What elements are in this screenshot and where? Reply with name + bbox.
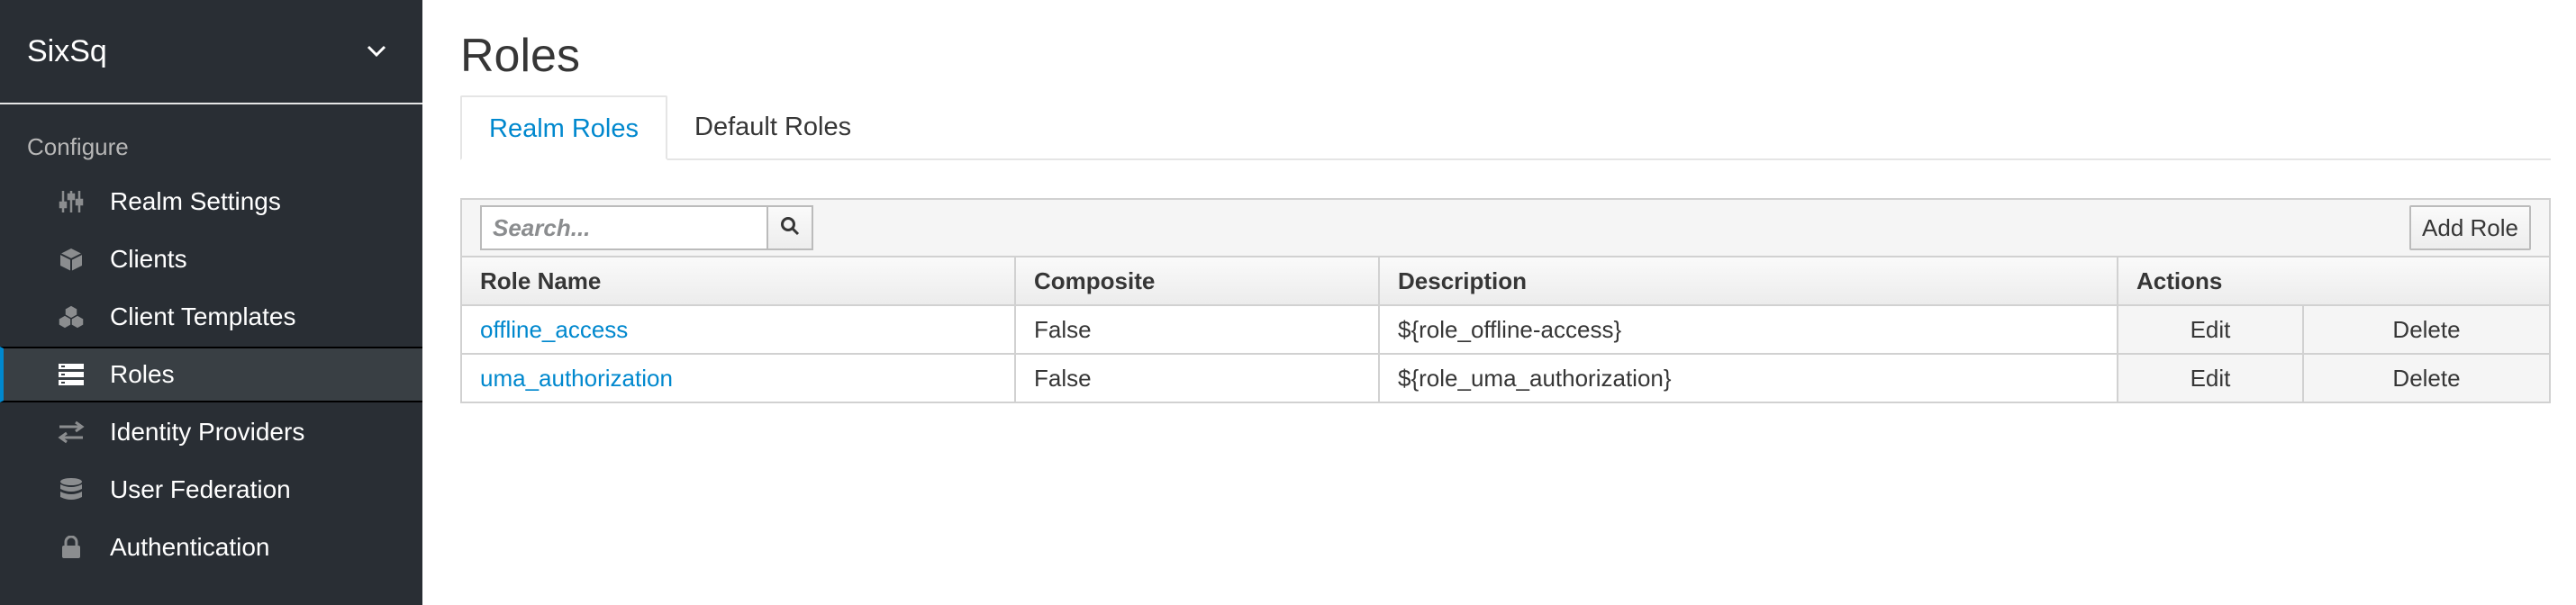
cube-icon <box>58 246 85 273</box>
edit-button[interactable]: Edit <box>2118 305 2304 355</box>
sidebar-item-roles[interactable]: Roles <box>0 347 422 402</box>
delete-button[interactable]: Delete <box>2303 305 2549 355</box>
role-link[interactable]: offline_access <box>480 316 628 343</box>
column-header-composite: Composite <box>1015 257 1380 306</box>
sidebar-item-realm-settings[interactable]: Realm Settings <box>0 174 422 230</box>
exchange-icon <box>58 419 85 446</box>
column-header-description: Description <box>1379 257 2118 306</box>
edit-button[interactable]: Edit <box>2118 354 2304 402</box>
realm-name: SixSq <box>27 33 107 68</box>
roles-icon <box>58 361 85 388</box>
delete-button[interactable]: Delete <box>2303 354 2549 402</box>
search-input[interactable] <box>480 205 768 250</box>
sidebar-item-user-federation[interactable]: User Federation <box>0 462 422 518</box>
description-cell: ${role_uma_authorization} <box>1379 354 2118 402</box>
sidebar-item-authentication[interactable]: Authentication <box>0 519 422 575</box>
tab-realm-roles[interactable]: Realm Roles <box>460 95 667 160</box>
cubes-icon <box>58 303 85 330</box>
realm-selector[interactable]: SixSq <box>0 0 422 104</box>
sidebar-item-client-templates[interactable]: Client Templates <box>0 289 422 345</box>
description-cell: ${role_offline-access} <box>1379 305 2118 355</box>
sidebar-item-label: Authentication <box>110 533 270 561</box>
add-role-button[interactable]: Add Role <box>2409 205 2531 250</box>
main-content: Roles Realm Roles Default Roles Add Role <box>460 0 2551 403</box>
lock-icon <box>58 534 85 561</box>
search-group <box>480 205 813 250</box>
sidebar-item-label: User Federation <box>110 475 291 503</box>
column-header-role-name: Role Name <box>462 257 1016 306</box>
sidebar: SixSq Configure Realm Settings Clients C… <box>0 0 422 605</box>
sidebar-item-label: Client Templates <box>110 302 296 330</box>
sidebar-item-identity-providers[interactable]: Identity Providers <box>0 404 422 460</box>
sliders-icon <box>58 188 85 215</box>
search-button[interactable] <box>768 205 813 250</box>
roles-table: Role Name Composite Description Actions … <box>462 257 2549 402</box>
column-header-actions: Actions <box>2118 257 2549 306</box>
sidebar-item-label: Realm Settings <box>110 187 281 215</box>
table-header-row: Role Name Composite Description Actions <box>462 257 2549 306</box>
tab-bar: Realm Roles Default Roles <box>460 95 2551 160</box>
sidebar-item-label: Roles <box>110 360 175 388</box>
role-name-cell: offline_access <box>462 305 1016 355</box>
composite-cell: False <box>1015 305 1380 355</box>
role-name-cell: uma_authorization <box>462 354 1016 402</box>
page-title: Roles <box>460 30 580 82</box>
database-icon <box>58 476 85 503</box>
table-row: offline_access False ${role_offline-acce… <box>462 305 2549 355</box>
sidebar-item-label: Identity Providers <box>110 418 305 446</box>
sidebar-item-label: Clients <box>110 245 187 273</box>
table-toolbar: Add Role <box>462 200 2549 257</box>
table-row: uma_authorization False ${role_uma_autho… <box>462 354 2549 402</box>
search-icon <box>780 216 800 240</box>
role-link[interactable]: uma_authorization <box>480 365 673 392</box>
tab-default-roles[interactable]: Default Roles <box>667 95 878 158</box>
composite-cell: False <box>1015 354 1380 402</box>
roles-table-container: Add Role Role Name Composite Description… <box>460 198 2551 403</box>
chevron-down-icon <box>367 45 386 58</box>
section-label-configure: Configure <box>27 133 129 160</box>
sidebar-item-clients[interactable]: Clients <box>0 231 422 287</box>
